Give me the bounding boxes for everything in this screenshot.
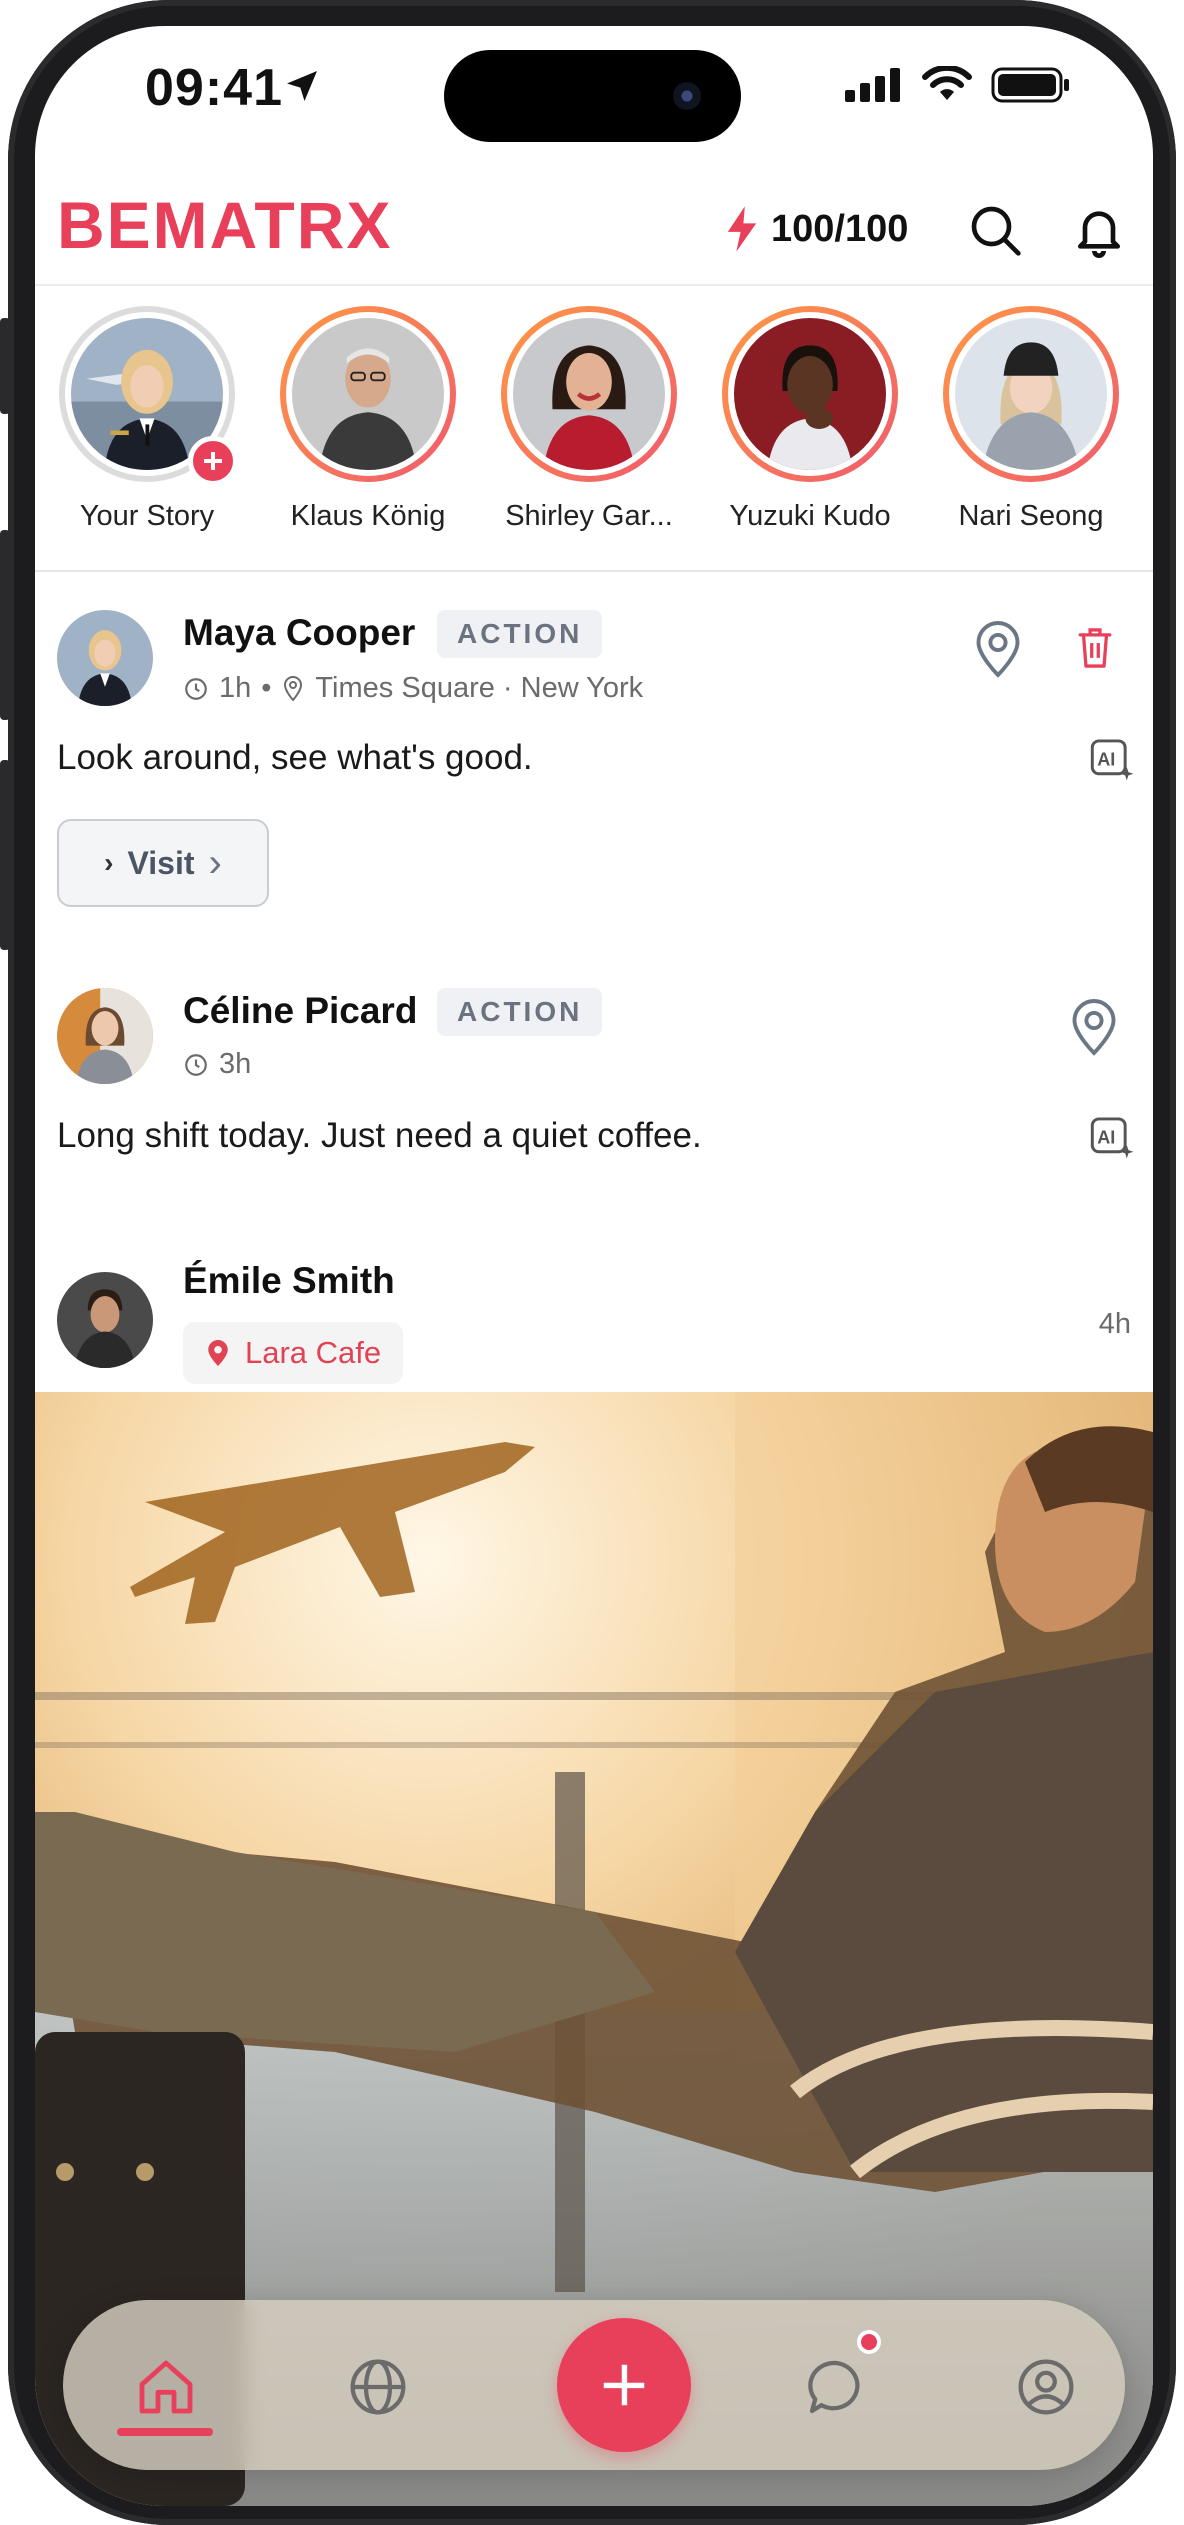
avatar[interactable]	[57, 610, 153, 706]
post-author-name[interactable]: Maya Cooper	[183, 612, 415, 654]
story-your-story[interactable]: Your Story	[47, 306, 247, 533]
nav-profile[interactable]	[1001, 2342, 1091, 2432]
clock: 09:41	[145, 59, 283, 117]
post-time: 1h	[219, 672, 252, 704]
story-ring	[722, 306, 898, 482]
meta-separator: •	[261, 672, 272, 704]
search-icon	[971, 206, 1021, 256]
trash-icon	[1078, 628, 1112, 668]
page: 09:41 BEMATRX 100/100 Your Story Klaus K…	[0, 0, 1184, 2525]
ai-button[interactable]: AI	[1087, 734, 1137, 784]
story-shirley[interactable]: Shirley Gar...	[489, 306, 689, 533]
app-header: BEMATRX 100/100	[35, 166, 1153, 286]
post-author-name[interactable]: Céline Picard	[183, 990, 417, 1032]
location-name: Lara Cafe	[245, 1335, 382, 1370]
story-klaus[interactable]: Klaus König	[268, 306, 468, 533]
app-logo[interactable]: BEMATRX	[57, 186, 487, 266]
ai-sparkle-icon: AI	[1090, 1117, 1134, 1159]
svg-text:AI: AI	[1097, 750, 1115, 770]
post-card: Émile Smith Lara Cafe 4h	[35, 1218, 1153, 1392]
post-tag: ACTION	[437, 610, 603, 658]
nav-home[interactable]	[121, 2342, 211, 2432]
unread-badge	[857, 2330, 881, 2354]
story-name: Your Story	[79, 500, 215, 532]
pin-icon	[284, 675, 303, 702]
app-logo-text: BEMATRX	[57, 188, 392, 262]
stories-row: Your Story Klaus König Shirley Gar... Yu…	[35, 284, 1153, 572]
post-author-name[interactable]: Émile Smith	[183, 1260, 395, 1302]
post-time: 3h	[219, 1048, 252, 1080]
nav-explore[interactable]	[333, 2342, 423, 2432]
map-pin-icon	[976, 621, 1020, 678]
profile-icon	[1018, 2359, 1074, 2415]
post-meta: 1h • Times Square · New York	[183, 672, 643, 705]
story-name: Nari Seong	[958, 500, 1104, 532]
post-text: Long shift today. Just need a quiet coff…	[57, 1116, 702, 1155]
chevron-right-small-icon: ›	[104, 847, 114, 878]
side-button	[0, 318, 10, 414]
story-yuzuki[interactable]: Yuzuki Kudo	[710, 306, 910, 533]
pin-icon	[208, 1340, 228, 1366]
map-pin-icon	[1072, 999, 1116, 1056]
avatar[interactable]	[57, 1272, 153, 1368]
avatar	[292, 318, 444, 470]
ai-button[interactable]: AI	[1087, 1112, 1137, 1162]
svg-text:AI: AI	[1097, 1128, 1115, 1148]
bell-icon	[1078, 211, 1120, 258]
story-name: Shirley Gar...	[505, 500, 673, 532]
nav-messages[interactable]	[791, 2342, 881, 2432]
signal-icon	[845, 68, 900, 102]
chat-icon	[808, 2360, 860, 2414]
energy-counter[interactable]: 100/100	[725, 206, 908, 252]
story-ring	[501, 306, 677, 482]
clock-icon	[185, 677, 207, 700]
dynamic-island	[444, 50, 741, 142]
location-pill[interactable]: Lara Cafe	[183, 1322, 404, 1384]
plus-icon	[603, 2364, 645, 2406]
post-meta: 3h	[183, 1048, 251, 1081]
visit-button[interactable]: › Visit ›	[57, 819, 269, 907]
side-button	[0, 530, 10, 720]
post-text: Look around, see what's good.	[57, 738, 533, 777]
wifi-icon	[922, 66, 972, 100]
avatar	[734, 318, 886, 470]
plus-icon	[204, 452, 222, 470]
visit-label: Visit	[127, 844, 195, 881]
add-story-button[interactable]	[188, 436, 238, 486]
home-icon	[139, 2360, 193, 2414]
story-name: Klaus König	[290, 500, 446, 532]
globe-icon	[350, 2359, 406, 2415]
post-card: Céline Picard ACTION 3h Long shift today…	[35, 940, 1153, 1221]
story-name: Yuzuki Kudo	[729, 500, 891, 532]
clock-icon	[185, 1053, 207, 1076]
post-card: Maya Cooper ACTION 1h • Times Square · N…	[35, 572, 1153, 943]
post-time: 4h	[1098, 1308, 1131, 1340]
bottom-nav	[63, 2300, 1125, 2470]
story-nari[interactable]: Nari Seong	[931, 306, 1131, 533]
avatar[interactable]	[57, 988, 153, 1084]
ai-sparkle-icon: AI	[1090, 739, 1134, 781]
search-button[interactable]	[967, 202, 1023, 258]
post-location[interactable]: Times Square · New York	[315, 672, 643, 705]
status-icons	[845, 66, 1071, 104]
active-indicator	[117, 2428, 213, 2436]
bolt-icon	[727, 206, 757, 252]
side-button	[0, 760, 10, 950]
chevron-right-icon: ›	[208, 840, 222, 885]
avatar	[513, 318, 665, 470]
map-pin-button[interactable]	[1059, 992, 1129, 1062]
battery-icon	[991, 67, 1069, 103]
notifications-button[interactable]	[1071, 202, 1127, 258]
story-ring	[943, 306, 1119, 482]
delete-button[interactable]	[1065, 618, 1125, 678]
avatar	[955, 318, 1107, 470]
location-arrow-icon	[287, 71, 317, 101]
map-pin-button[interactable]	[963, 614, 1033, 684]
post-tag: ACTION	[437, 988, 603, 1036]
screen: 09:41 BEMATRX 100/100 Your Story Klaus K…	[35, 26, 1153, 2506]
story-ring	[280, 306, 456, 482]
energy-value: 100/100	[771, 207, 909, 250]
create-post-button[interactable]	[557, 2318, 691, 2452]
